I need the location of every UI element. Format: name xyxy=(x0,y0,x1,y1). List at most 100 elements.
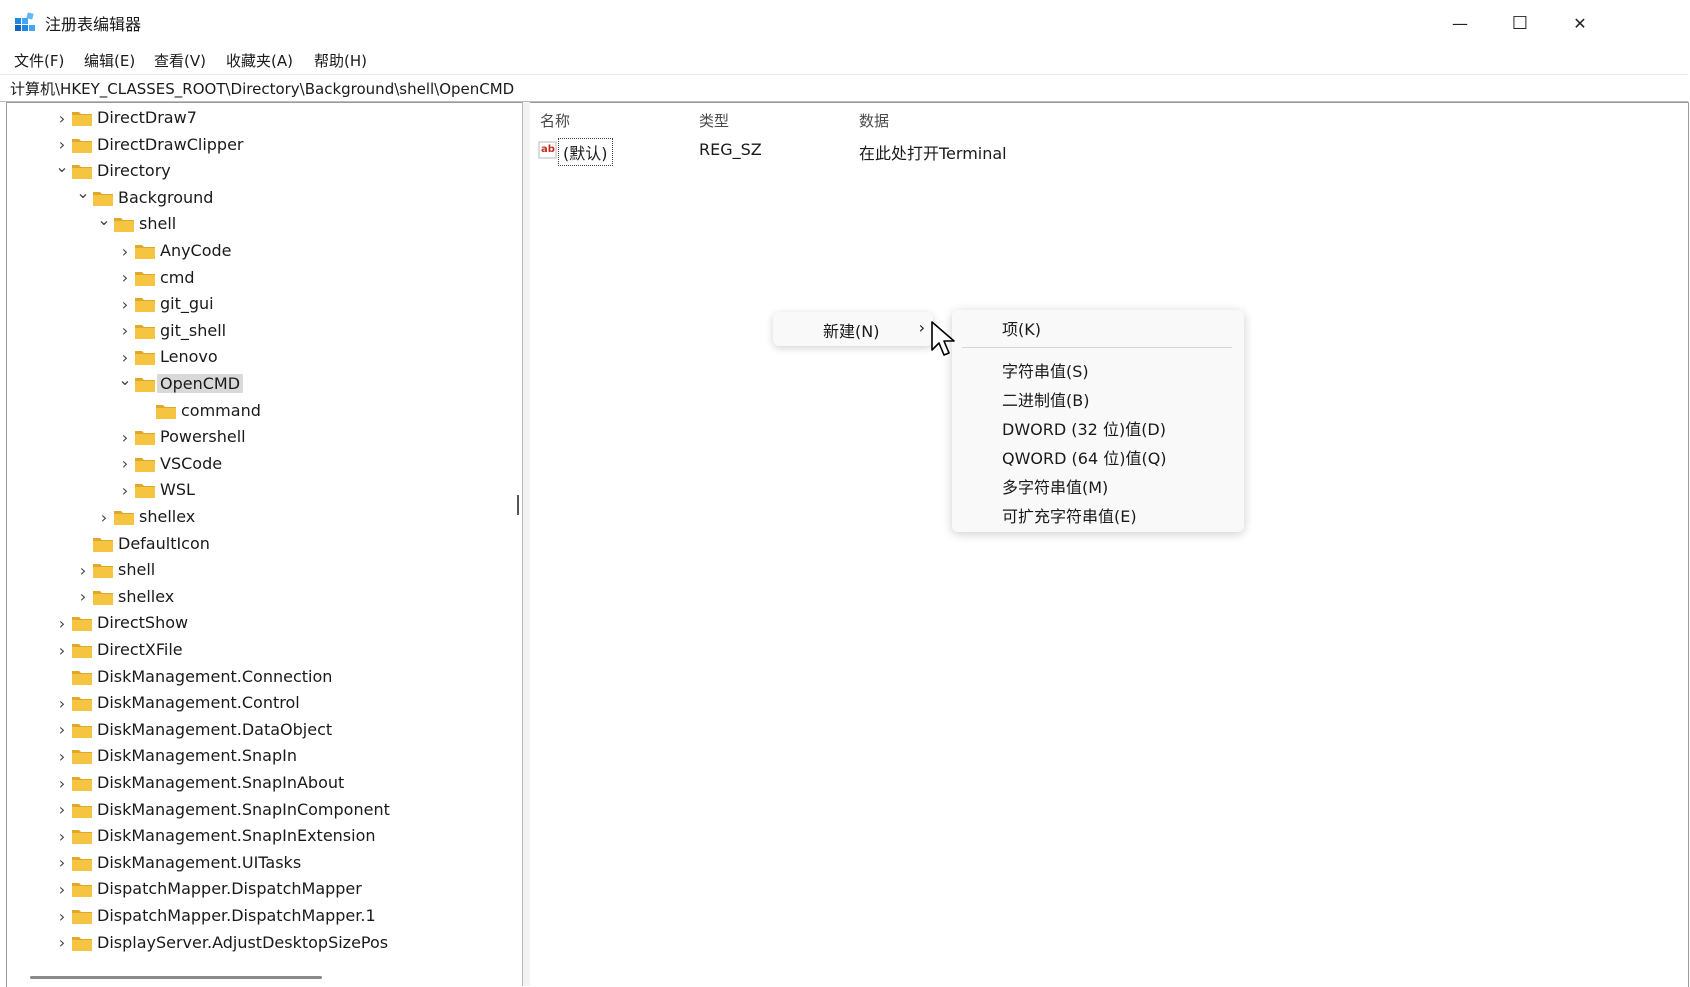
chevron-right-icon[interactable]: › xyxy=(55,614,69,633)
chevron-right-icon[interactable]: › xyxy=(55,135,69,154)
tree-node-label: Directory xyxy=(97,161,171,181)
submenu-item-qword[interactable]: QWORD (64 位)值(Q) xyxy=(1002,445,1167,469)
tree-node[interactable]: › DisplayServer.AdjustDesktopSizePos xyxy=(55,930,447,956)
tree-node[interactable]: ⌄ Background xyxy=(76,183,447,211)
folder-icon xyxy=(155,402,177,420)
submenu-item-string[interactable]: 字符串值(S) xyxy=(1002,358,1089,382)
submenu-item-binary[interactable]: 二进制值(B) xyxy=(1002,387,1089,411)
maximize-button[interactable]: ☐ xyxy=(1490,0,1550,46)
chevron-down-icon[interactable]: ⌄ xyxy=(55,157,69,176)
tree-node-label: DiskManagement.SnapInExtension xyxy=(97,826,376,846)
tree-node[interactable]: DefaultIcon xyxy=(76,531,447,557)
tree-node[interactable]: › DispatchMapper.DispatchMapper.1 xyxy=(55,903,447,929)
folder-icon xyxy=(71,614,93,632)
tree-node[interactable]: › DirectXFile xyxy=(55,637,447,663)
submenu-item-dword[interactable]: DWORD (32 位)值(D) xyxy=(1002,416,1166,440)
folder-icon xyxy=(92,189,114,207)
submenu-item-multi-string[interactable]: 多字符串值(M) xyxy=(1002,474,1108,498)
folder-icon xyxy=(134,242,156,260)
tree-node-label: DirectXFile xyxy=(97,640,183,659)
chevron-right-icon[interactable]: › xyxy=(118,481,132,500)
chevron-right-icon[interactable]: › xyxy=(55,720,69,739)
title-bar[interactable]: 注册表编辑器 — ☐ ✕ xyxy=(0,0,1690,46)
key-tree-pane[interactable]: › DirectDraw7 › DirectDrawClipper ⌄ Directory… xyxy=(6,102,523,987)
tree-node[interactable]: ⌄ Directory xyxy=(55,157,447,184)
tree-node[interactable]: › git_gui xyxy=(118,291,447,317)
menu-view[interactable]: 查看(V) xyxy=(154,50,206,71)
tree-node[interactable]: › Powershell xyxy=(118,424,447,450)
submenu-item-expandable-string[interactable]: 可扩充字符串值(E) xyxy=(1002,503,1137,527)
address-bar[interactable]: 计算机\HKEY_CLASSES_ROOT\Directory\Backgrou… xyxy=(0,74,1688,102)
chevron-right-icon[interactable]: › xyxy=(55,880,69,899)
value-list-pane[interactable]: 名称 类型 数据 ab (默认) REG_SZ 在此处打开Terminal xyxy=(530,102,1689,987)
tree-node[interactable]: › DiskManagement.SnapIn xyxy=(55,743,447,769)
tree-node[interactable]: › cmd xyxy=(118,265,447,291)
tree-node[interactable]: › DiskManagement.SnapInAbout xyxy=(55,770,447,796)
tree-node[interactable]: › AnyCode xyxy=(118,238,447,264)
tree-node[interactable]: › DiskManagement.DataObject xyxy=(55,717,447,743)
chevron-right-icon[interactable]: › xyxy=(76,561,90,580)
chevron-down-icon[interactable]: ⌄ xyxy=(76,183,90,202)
tree-node[interactable]: command xyxy=(139,398,447,424)
tree-node-label: DisplayServer.AdjustDesktopSizePos xyxy=(97,932,389,952)
tree-node[interactable]: › shellex xyxy=(76,584,447,610)
tree-node[interactable]: › git_shell xyxy=(118,318,447,344)
tree-node[interactable]: › DirectDrawClipper xyxy=(55,132,447,158)
column-header-name[interactable]: 名称 xyxy=(540,110,570,131)
tree-vertical-scroll-thumb[interactable] xyxy=(517,495,519,515)
chevron-down-icon[interactable]: ⌄ xyxy=(118,370,132,389)
tree-node[interactable]: ⌄ OpenCMD xyxy=(118,370,447,397)
chevron-right-icon[interactable]: › xyxy=(118,295,132,314)
tree-node[interactable]: › Lenovo xyxy=(118,344,447,370)
mouse-cursor-icon xyxy=(931,321,955,356)
tree-node[interactable]: › DispatchMapper.DispatchMapper xyxy=(55,876,447,902)
menu-favorites[interactable]: 收藏夹(A) xyxy=(226,50,293,71)
tree-node[interactable]: DiskManagement.Connection xyxy=(55,664,447,690)
chevron-right-icon[interactable]: › xyxy=(55,109,69,128)
menu-help[interactable]: 帮助(H) xyxy=(314,50,367,71)
chevron-right-icon[interactable]: › xyxy=(118,242,132,261)
chevron-right-icon[interactable]: › xyxy=(118,428,132,447)
tree-node-label: shell xyxy=(139,214,177,234)
minimize-button[interactable]: — xyxy=(1430,0,1490,46)
chevron-right-icon[interactable]: › xyxy=(55,827,69,846)
chevron-right-icon[interactable]: › xyxy=(118,454,132,473)
chevron-right-icon[interactable]: › xyxy=(76,587,90,606)
tree-node[interactable]: › DiskManagement.UITasks xyxy=(55,850,447,876)
chevron-right-icon[interactable]: › xyxy=(118,321,132,340)
submenu-item-key[interactable]: 项(K) xyxy=(1002,316,1041,340)
new-menu-label: 新建(N) xyxy=(823,322,880,341)
tree-horizontal-scrollbar[interactable] xyxy=(30,976,322,979)
tree-node[interactable]: › DiskManagement.SnapInExtension xyxy=(55,823,447,849)
tree-node[interactable]: › DiskManagement.Control xyxy=(55,690,447,716)
chevron-right-icon[interactable]: › xyxy=(118,348,132,367)
chevron-right-icon[interactable]: › xyxy=(55,694,69,713)
svg-text:ab: ab xyxy=(541,144,555,155)
chevron-right-icon[interactable]: › xyxy=(55,747,69,766)
tree-node[interactable]: › VSCode xyxy=(118,451,447,477)
column-header-data[interactable]: 数据 xyxy=(859,110,889,131)
column-header-type[interactable]: 类型 xyxy=(699,110,729,131)
chevron-right-icon[interactable]: › xyxy=(97,508,111,527)
address-path[interactable]: 计算机\HKEY_CLASSES_ROOT\Directory\Backgrou… xyxy=(10,78,514,99)
registry-editor-icon xyxy=(15,12,35,31)
tree-node[interactable]: › shellex xyxy=(97,504,447,530)
chevron-right-icon[interactable]: › xyxy=(55,774,69,793)
tree-node[interactable]: › DirectDraw7 xyxy=(55,105,447,131)
chevron-right-icon[interactable]: › xyxy=(55,933,69,952)
chevron-right-icon[interactable]: › xyxy=(55,641,69,660)
tree-node[interactable]: › WSL xyxy=(118,477,447,503)
close-button[interactable]: ✕ xyxy=(1550,0,1610,46)
menu-file[interactable]: 文件(F) xyxy=(14,50,64,71)
menu-edit[interactable]: 编辑(E) xyxy=(84,50,135,71)
tree-node[interactable]: ⌄ shell xyxy=(97,210,447,237)
regedit-window: 注册表编辑器 — ☐ ✕ 文件(F) 编辑(E) 查看(V) 收藏夹(A) 帮助… xyxy=(0,0,1690,987)
tree-node[interactable]: › DiskManagement.SnapInComponent xyxy=(55,797,447,823)
chevron-right-icon[interactable]: › xyxy=(55,800,69,819)
tree-node[interactable]: › DirectShow xyxy=(55,610,447,636)
chevron-right-icon[interactable]: › xyxy=(118,268,132,287)
chevron-down-icon[interactable]: ⌄ xyxy=(97,210,111,229)
chevron-right-icon[interactable]: › xyxy=(55,853,69,872)
chevron-right-icon[interactable]: › xyxy=(55,907,69,926)
tree-node[interactable]: › shell xyxy=(76,557,447,583)
